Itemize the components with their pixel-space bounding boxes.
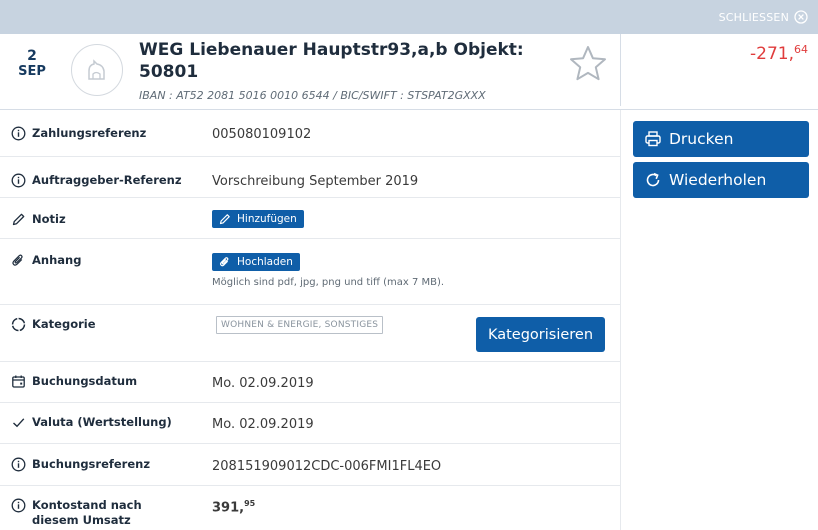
detail-value: WOHNEN & ENERGIE, SONSTIGES xyxy=(216,316,384,334)
amount-main: -271, xyxy=(750,44,794,64)
label-text: Anhang xyxy=(32,253,82,267)
detail-row-buchungsdatum: Buchungsdatum Mo. 02.09.2019 xyxy=(0,362,620,403)
balance-main: 391, xyxy=(212,500,245,516)
detail-value: Hinzufügen xyxy=(212,210,304,229)
upload-label: Hochladen xyxy=(237,256,293,268)
checkmark-icon xyxy=(13,418,25,428)
info-icon xyxy=(11,173,26,188)
detail-label: Valuta (Wertstellung) xyxy=(11,415,172,430)
iban-line: IBAN : AT52 2081 5016 0010 6544 / BIC/SW… xyxy=(139,89,486,102)
detail-row-kategorie: Kategorie WOHNEN & ENERGIE, SONSTIGES Ka… xyxy=(0,305,620,362)
label-text: Auftraggeber-Referenz xyxy=(32,173,182,187)
repeat-button[interactable]: Wiederholen xyxy=(633,162,809,198)
detail-value: Vorschreibung September 2019 xyxy=(212,174,419,189)
detail-value: 208151909012CDC-006FMI1FL4EO xyxy=(212,459,442,474)
merchant-placeholder-icon xyxy=(88,59,105,80)
label-text: Notiz xyxy=(32,212,66,226)
repeat-label: Wiederholen xyxy=(669,171,767,189)
detail-label: Kategorie xyxy=(11,317,96,332)
info-icon xyxy=(11,126,26,141)
info-icon xyxy=(11,457,26,472)
print-button[interactable]: Drucken xyxy=(633,121,809,157)
detail-label: Anhang xyxy=(11,253,81,268)
date-month: SEP xyxy=(18,64,46,79)
merchant-avatar xyxy=(71,44,123,96)
upload-button[interactable]: Hochladen xyxy=(212,253,300,271)
category-tag: WOHNEN & ENERGIE, SONSTIGES xyxy=(216,316,384,334)
detail-label: Notiz xyxy=(11,212,66,227)
categorize-button[interactable]: Kategorisieren xyxy=(476,317,605,352)
balance-value: 391,95 xyxy=(212,499,255,515)
detail-row-buchungsreferenz: Buchungsreferenz 208151909012CDC-006FMI1… xyxy=(0,444,620,486)
printer-icon xyxy=(645,131,661,147)
detail-row-anhang: Anhang Hochladen Möglich sind pdf, jpg, … xyxy=(0,239,620,305)
amount-cents: 64 xyxy=(794,43,808,56)
label-text: Valuta (Wertstellung) xyxy=(32,415,172,429)
label-text: Kontostand nach diesem Umsatz xyxy=(32,498,142,527)
upload-hint: Möglich sind pdf, jpg, png und tiff (max… xyxy=(212,277,445,288)
label-text: Zahlungsreferenz xyxy=(32,126,147,140)
detail-label: Kontostand nach diesem Umsatz xyxy=(11,498,161,528)
transaction-date: 2 SEP xyxy=(12,48,52,80)
detail-row-notiz: Notiz Hinzufügen xyxy=(0,198,620,239)
detail-row-kontostand: Kontostand nach diesem Umsatz 391,95 xyxy=(0,486,620,530)
close-button[interactable]: SCHLIESSEN xyxy=(719,10,808,24)
side-divider xyxy=(620,110,621,530)
balance-cents: 95 xyxy=(244,499,256,508)
transaction-title: WEG Liebenauer Hauptstr93,a,b Objekt: 50… xyxy=(139,40,524,82)
calendar-icon xyxy=(12,375,25,388)
info-icon xyxy=(11,498,26,513)
category-circle-icon xyxy=(11,317,26,332)
paperclip-icon xyxy=(12,254,23,266)
pencil-icon xyxy=(219,214,230,225)
transaction-header: 2 SEP WEG Liebenauer Hauptstr93,a,b Obje… xyxy=(0,34,818,110)
detail-row-auftraggeber-referenz: Auftraggeber-Referenz Vorschreibung Sept… xyxy=(0,157,620,198)
transaction-amount: -271,64 xyxy=(750,43,808,64)
header-divider xyxy=(620,34,621,106)
close-icon xyxy=(794,10,808,24)
label-text: Kategorie xyxy=(32,317,96,331)
detail-label: Buchungsdatum xyxy=(11,374,137,389)
close-label: SCHLIESSEN xyxy=(718,10,789,24)
detail-row-valuta: Valuta (Wertstellung) Mo. 02.09.2019 xyxy=(0,403,620,444)
date-day: 2 xyxy=(27,48,37,64)
detail-value: 005080109102 xyxy=(212,127,312,142)
detail-value: Hochladen Möglich sind pdf, jpg, png und… xyxy=(212,253,444,288)
detail-label: Auftraggeber-Referenz xyxy=(11,173,182,188)
add-note-button[interactable]: Hinzufügen xyxy=(212,210,304,228)
details-list: Zahlungsreferenz 005080109102 Auftraggeb… xyxy=(0,110,620,530)
label-text: Buchungsdatum xyxy=(32,374,138,388)
detail-label: Zahlungsreferenz xyxy=(11,126,146,141)
print-label: Drucken xyxy=(669,130,734,148)
repeat-icon xyxy=(646,172,660,187)
paperclip-icon xyxy=(219,257,229,267)
favorite-star-icon[interactable] xyxy=(568,44,608,84)
detail-value: Mo. 02.09.2019 xyxy=(212,417,314,432)
pencil-icon xyxy=(12,213,25,226)
detail-value: Mo. 02.09.2019 xyxy=(212,376,314,391)
detail-row-zahlungsreferenz: Zahlungsreferenz 005080109102 xyxy=(0,110,620,157)
add-note-label: Hinzufügen xyxy=(237,213,297,225)
label-text: Buchungsreferenz xyxy=(32,457,151,471)
top-bar: SCHLIESSEN xyxy=(0,0,818,34)
detail-label: Buchungsreferenz xyxy=(11,457,150,472)
action-panel: Drucken Wiederholen xyxy=(633,121,809,203)
